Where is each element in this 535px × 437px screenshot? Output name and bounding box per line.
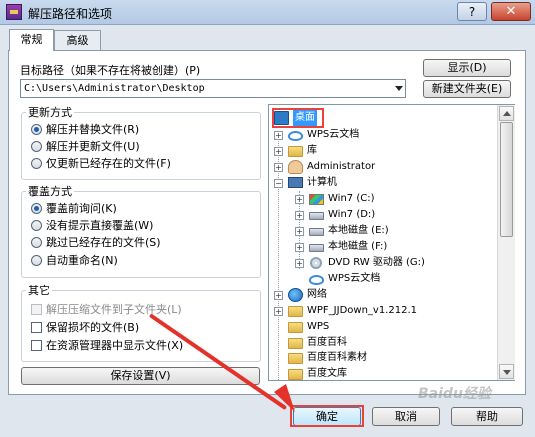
scroll-up-arrow-icon[interactable] [499, 106, 514, 121]
target-path-input[interactable]: C:\Users\Administrator\Desktop [20, 79, 406, 98]
tab-general[interactable]: 常规 [9, 29, 54, 51]
expand-plus-icon[interactable]: + [274, 163, 283, 172]
help-title-button[interactable]: ? [457, 2, 487, 21]
expand-plus-icon[interactable]: + [274, 291, 283, 300]
baidu-watermark: Baidu经验 [418, 386, 491, 402]
expand-plus-icon[interactable]: + [274, 307, 283, 316]
cloud-icon [288, 131, 303, 141]
expand-plus-icon[interactable]: + [295, 227, 304, 236]
tab-advanced[interactable]: 高级 [54, 30, 101, 50]
expand-plus-icon[interactable]: + [295, 195, 304, 204]
expand-plus-icon[interactable]: + [295, 243, 304, 252]
folder-icon [288, 306, 303, 317]
network-icon [288, 288, 303, 302]
target-path-value: C:\Users\Administrator\Desktop [24, 83, 205, 94]
scroll-down-arrow-icon[interactable] [499, 364, 514, 379]
save-settings-button[interactable]: 保存设置(V) [21, 367, 260, 385]
folder-icon [288, 338, 303, 349]
folder-icon [288, 369, 303, 380]
close-button[interactable]: ✕ [491, 2, 531, 21]
drive-icon [309, 228, 324, 236]
help-button[interactable]: 帮助 [451, 407, 523, 426]
update-mode-title: 更新方式 [28, 106, 72, 119]
expand-plus-icon[interactable]: + [295, 259, 304, 268]
drive-icon [309, 244, 324, 252]
target-path-label: 目标路径（如果不存在将被创建）(P) [20, 64, 201, 77]
collapse-minus-icon[interactable]: − [274, 179, 283, 188]
windows-drive-icon [309, 194, 324, 205]
radio-icon[interactable] [31, 237, 42, 248]
winrar-app-icon [6, 4, 22, 20]
folder-icon [288, 146, 303, 157]
radio-icon[interactable] [31, 255, 42, 266]
folder-tree[interactable] [268, 104, 515, 381]
cloud-icon [309, 275, 324, 285]
overwrite-mode-title: 覆盖方式 [28, 185, 72, 198]
radio-selected-icon[interactable] [31, 124, 42, 135]
dvd-icon [310, 257, 322, 269]
user-icon [288, 160, 303, 174]
scroll-thumb[interactable] [500, 122, 513, 237]
show-button[interactable]: 显示(D) [423, 59, 511, 77]
drive-icon [309, 212, 324, 220]
computer-icon [288, 177, 303, 188]
path-dropdown-chevron-icon[interactable] [395, 86, 403, 91]
expand-plus-icon[interactable]: + [274, 147, 283, 156]
expand-plus-icon[interactable]: + [274, 131, 283, 140]
folder-icon [288, 322, 303, 333]
tree-scrollbar[interactable] [497, 105, 515, 380]
checkbox-disabled-icon [31, 304, 42, 315]
radio-selected-icon[interactable] [31, 203, 42, 214]
highlight-desktop-annotation [272, 108, 324, 128]
new-folder-button[interactable]: 新建文件夹(E) [423, 80, 511, 98]
cancel-button[interactable]: 取消 [372, 407, 440, 426]
highlight-ok-annotation [290, 405, 364, 427]
folder-icon [288, 353, 303, 364]
radio-icon[interactable] [31, 220, 42, 231]
window-title: 解压路径和选项 [28, 7, 113, 21]
radio-icon[interactable] [31, 158, 42, 169]
radio-icon[interactable] [31, 141, 42, 152]
checkbox-icon[interactable] [31, 322, 42, 333]
checkbox-icon[interactable] [31, 340, 42, 351]
other-title: 其它 [28, 284, 50, 297]
title-bar: 解压路径和选项 ? ✕ [0, 0, 535, 25]
expand-plus-icon[interactable]: + [295, 211, 304, 220]
